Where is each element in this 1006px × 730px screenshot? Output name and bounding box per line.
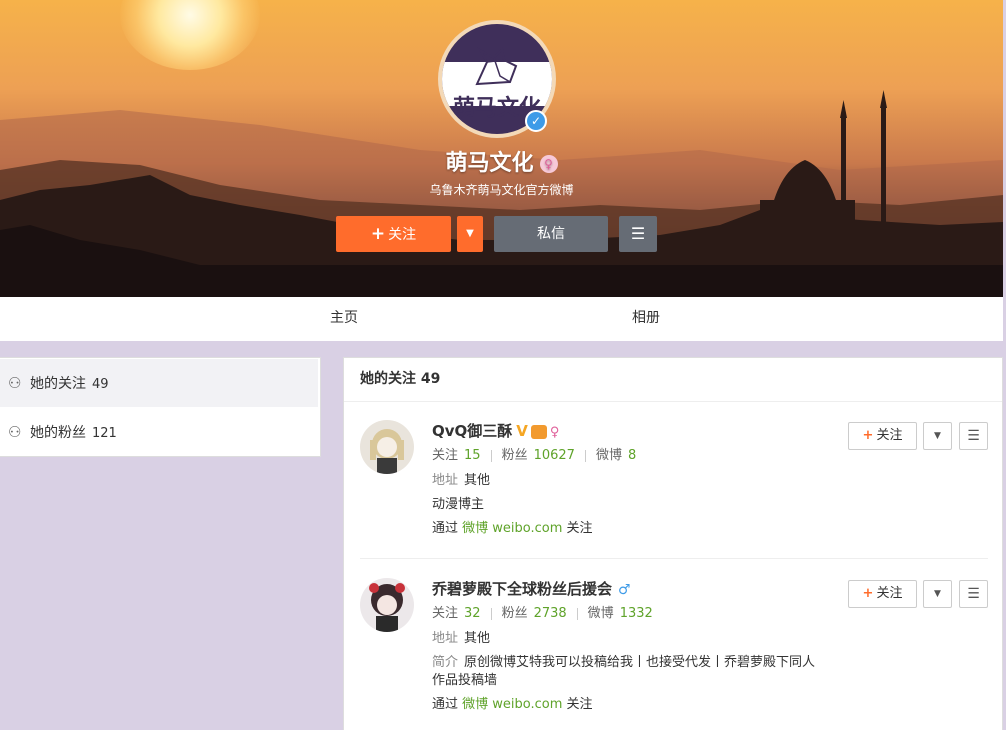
relation-sidebar: ⚇ 她的关注 49 ⚇ 她的粉丝 121	[0, 357, 321, 457]
caret-down-icon: ▼	[934, 431, 941, 441]
address-value: 其他	[464, 473, 491, 488]
tab-home[interactable]: 主页	[330, 297, 358, 341]
follow-button[interactable]: + 关注	[848, 422, 917, 450]
stat-label-weibo: 微博	[587, 606, 614, 621]
female-icon: ♀	[539, 155, 558, 173]
user-avatar-image	[360, 420, 414, 474]
address-label: 地址	[432, 473, 459, 488]
sidebar-item-count: 121	[92, 426, 117, 441]
profile-cover-banner: 萌马文化 ✓ 萌马文化 ♀ 乌鲁木齐萌马文化官方微博 + 关注 ▼ 私信 ☰	[0, 0, 1003, 297]
user-address: 地址 其他	[432, 630, 822, 648]
follow-label: 关注	[876, 428, 903, 443]
user-actions: + 关注 ▼ ☰	[848, 422, 988, 450]
stat-separator	[490, 449, 492, 462]
verified-icon: ✓	[527, 112, 545, 130]
user-address: 地址 其他	[432, 472, 822, 490]
stat-label-fans: 粉丝	[501, 606, 528, 621]
user-name-row: QvQ御三酥 V ♀	[432, 420, 822, 442]
sidebar-item-following[interactable]: ⚇ 她的关注 49	[0, 359, 318, 407]
follow-dropdown-button[interactable]: ▼	[457, 216, 483, 252]
sidebar-item-label: 她的关注	[30, 376, 86, 392]
profile-description: 乌鲁木齐萌马文化官方微博	[429, 183, 574, 197]
user-avatar-image	[360, 578, 414, 632]
follow-dropdown-button[interactable]: ▼	[923, 580, 952, 608]
list-divider	[360, 558, 988, 559]
stat-following-count[interactable]: 32	[464, 606, 481, 621]
intro-label: 简介	[432, 655, 459, 670]
crown-icon	[530, 424, 547, 439]
profile-tab-bar: 主页 相册	[0, 297, 1003, 341]
plus-icon: +	[862, 586, 874, 601]
user-bio: 动漫博主	[432, 497, 485, 512]
follow-label: 关注	[388, 227, 417, 243]
stat-weibo-count[interactable]: 8	[628, 448, 636, 463]
user-info: 乔碧萝殿下全球粉丝后援会 ♂ 关注 32 粉丝 2738 微博 1332 地址 其他 简介 原创…	[432, 578, 822, 714]
message-button[interactable]: 私信	[494, 216, 608, 252]
user-name[interactable]: QvQ御三酥	[432, 422, 512, 440]
sidebar-item-count: 49	[92, 377, 109, 392]
tab-album[interactable]: 相册	[632, 297, 660, 341]
via-suffix: 关注	[566, 697, 593, 712]
via-prefix: 通过	[432, 521, 459, 536]
stat-separator	[576, 607, 578, 620]
verified-badge: ✓	[525, 110, 547, 132]
user-followed-via: 通过 微博 weibo.com 关注	[432, 696, 822, 714]
stat-label-following: 关注	[432, 606, 459, 621]
stat-label-fans: 粉丝	[501, 448, 528, 463]
via-prefix: 通过	[432, 697, 459, 712]
unicorn-logo-icon	[475, 46, 518, 86]
stat-following-count[interactable]: 15	[464, 448, 481, 463]
via-link[interactable]: 微博 weibo.com	[462, 521, 562, 536]
menu-icon: ☰	[630, 224, 646, 243]
user-followed-via: 通过 微博 weibo.com 关注	[432, 520, 822, 538]
sidebar-item-label: 她的粉丝	[30, 425, 86, 441]
user-name-row: 乔碧萝殿下全球粉丝后援会 ♂	[432, 578, 822, 600]
profile-name: 萌马文化 ♀	[0, 145, 1003, 177]
caret-down-icon: ▼	[466, 228, 474, 239]
user-name[interactable]: 乔碧萝殿下全球粉丝后援会	[432, 580, 612, 598]
follow-button[interactable]: + 关注	[848, 580, 917, 608]
users-icon: ⚇	[8, 374, 22, 392]
following-list-title: 她的关注 49	[344, 358, 1002, 402]
female-icon: ♀	[549, 425, 560, 440]
user-info: QvQ御三酥 V ♀ 关注 15 粉丝 10627 微博 8 地址 其他 动漫博主 通过 微博 …	[432, 420, 822, 538]
menu-icon: ☰	[967, 586, 980, 602]
vip-v-icon: V	[516, 422, 528, 440]
more-menu-button[interactable]: ☰	[619, 216, 657, 252]
user-avatar[interactable]	[360, 578, 414, 632]
address-value: 其他	[464, 631, 491, 646]
users-icon: ⚇	[8, 423, 22, 441]
intro-value: 原创微博艾特我可以投稿给我丨也接受代发丨乔碧萝殿下同人作品投稿墙	[432, 655, 816, 688]
follow-button[interactable]: + 关注	[336, 216, 451, 252]
user-intro: 简介 原创微博艾特我可以投稿给我丨也接受代发丨乔碧萝殿下同人作品投稿墙	[432, 654, 822, 690]
follow-label: 关注	[876, 586, 903, 601]
more-menu-button[interactable]: ☰	[959, 580, 988, 608]
stat-weibo-count[interactable]: 1332	[620, 606, 653, 621]
user-stats: 关注 32 粉丝 2738 微博 1332	[432, 604, 822, 624]
follow-dropdown-button[interactable]: ▼	[923, 422, 952, 450]
following-list-panel: 她的关注 49 QvQ御三酥 V ♀ 关注 15 粉丝 10627 微博 8 地址 其他 动	[343, 357, 1003, 730]
user-avatar[interactable]	[360, 420, 414, 474]
stat-separator	[490, 607, 492, 620]
plus-icon: +	[862, 428, 874, 443]
stat-label-following: 关注	[432, 448, 459, 463]
menu-icon: ☰	[967, 428, 980, 444]
stat-label-weibo: 微博	[595, 448, 622, 463]
stat-fans-count[interactable]: 2738	[534, 606, 567, 621]
caret-down-icon: ▼	[934, 589, 941, 599]
via-link[interactable]: 微博 weibo.com	[462, 697, 562, 712]
user-actions: + 关注 ▼ ☰	[848, 580, 988, 608]
profile-name-text: 萌马文化	[445, 151, 534, 176]
male-icon: ♂	[618, 582, 631, 598]
address-label: 地址	[432, 631, 459, 646]
plus-icon: +	[370, 224, 386, 244]
user-stats: 关注 15 粉丝 10627 微博 8	[432, 446, 822, 466]
stat-separator	[584, 449, 586, 462]
more-menu-button[interactable]: ☰	[959, 422, 988, 450]
sidebar-item-fans[interactable]: ⚇ 她的粉丝 121	[0, 408, 318, 456]
via-suffix: 关注	[566, 521, 593, 536]
stat-fans-count[interactable]: 10627	[534, 448, 575, 463]
